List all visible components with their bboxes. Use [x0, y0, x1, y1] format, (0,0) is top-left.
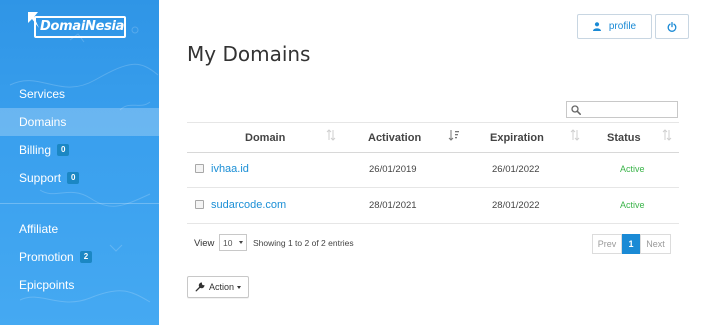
domain-link[interactable]: ivhaa.id: [211, 163, 249, 175]
sidebar-item-label: Promotion: [19, 250, 74, 264]
next-page-button[interactable]: Next: [640, 234, 671, 254]
sidebar-item-label: Epicpoints: [19, 278, 75, 292]
sidebar-divider: [0, 203, 159, 204]
page-size-value: 10: [223, 237, 233, 248]
column-header-activation[interactable]: Activation: [368, 122, 421, 153]
sort-icon[interactable]: [662, 129, 672, 141]
sidebar-item-label: Domains: [19, 115, 67, 129]
search-icon: [571, 105, 581, 115]
chevron-down-icon: [239, 241, 243, 244]
activation-date: 26/01/2019: [369, 164, 417, 175]
sidebar-item-affiliate[interactable]: Affiliate: [0, 215, 159, 243]
sort-icon[interactable]: [570, 129, 580, 141]
brand-logo[interactable]: DomaiNesia: [20, 8, 130, 42]
page-size-select[interactable]: 10: [219, 234, 247, 251]
logout-button[interactable]: [655, 14, 689, 39]
row-divider: [187, 187, 679, 188]
page-title: My Domains: [187, 42, 311, 66]
sidebar-item-promotion[interactable]: Promotion 2: [0, 243, 159, 271]
sidebar-item-label: Services: [19, 87, 66, 101]
view-label: View: [194, 238, 215, 249]
sidebar-nav-primary: Services Domains Billing 0 Support 0: [0, 80, 159, 192]
sidebar-item-support[interactable]: Support 0: [0, 164, 159, 192]
search-input[interactable]: [585, 103, 675, 116]
column-header-status[interactable]: Status: [607, 122, 641, 153]
sidebar: DomaiNesia Services Domains Billing 0 Su…: [0, 0, 159, 325]
sidebar-item-epicpoints[interactable]: Epicpoints: [0, 271, 159, 299]
action-button[interactable]: Action: [187, 276, 249, 298]
action-label: Action: [208, 282, 234, 292]
promotion-count-badge: 2: [79, 251, 93, 263]
sidebar-nav-secondary: Affiliate Promotion 2 Epicpoints: [0, 215, 159, 299]
entries-info: Showing 1 to 2 of 2 entries: [253, 238, 354, 248]
sidebar-item-label: Billing: [19, 143, 52, 157]
sidebar-item-services[interactable]: Services: [0, 80, 159, 108]
support-count-badge: 0: [67, 172, 80, 184]
expiration-date: 28/01/2022: [492, 200, 540, 211]
domain-link[interactable]: sudarcode.com: [211, 199, 286, 211]
sidebar-item-label: Support: [19, 171, 62, 185]
page-1-button[interactable]: 1: [622, 234, 640, 254]
sort-icon[interactable]: [326, 129, 336, 141]
sort-desc-icon[interactable]: [448, 129, 460, 141]
logo-text: DomaiNesia: [40, 19, 125, 34]
table-header-border: [187, 152, 679, 153]
prev-page-button[interactable]: Prev: [592, 234, 622, 254]
column-header-expiration[interactable]: Expiration: [490, 122, 544, 153]
profile-button[interactable]: profile: [577, 14, 652, 39]
chevron-down-icon: [237, 285, 241, 289]
wrench-icon: [195, 282, 205, 292]
power-icon: [667, 21, 677, 32]
row-checkbox[interactable]: [195, 200, 204, 209]
user-icon: [592, 22, 601, 31]
profile-label: profile: [608, 21, 637, 32]
column-header-domain[interactable]: Domain: [245, 122, 285, 153]
status-badge: Active: [620, 164, 645, 174]
sidebar-item-billing[interactable]: Billing 0: [0, 136, 159, 164]
billing-count-badge: 0: [57, 144, 70, 156]
sidebar-item-domains[interactable]: Domains: [0, 108, 159, 136]
expiration-date: 26/01/2022: [492, 164, 540, 175]
row-checkbox[interactable]: [195, 164, 204, 173]
table-search[interactable]: [566, 101, 678, 118]
pagination: Prev 1 Next: [592, 234, 671, 254]
activation-date: 28/01/2021: [369, 200, 417, 211]
sidebar-item-label: Affiliate: [19, 222, 59, 236]
row-divider: [187, 223, 679, 224]
status-badge: Active: [620, 200, 645, 210]
